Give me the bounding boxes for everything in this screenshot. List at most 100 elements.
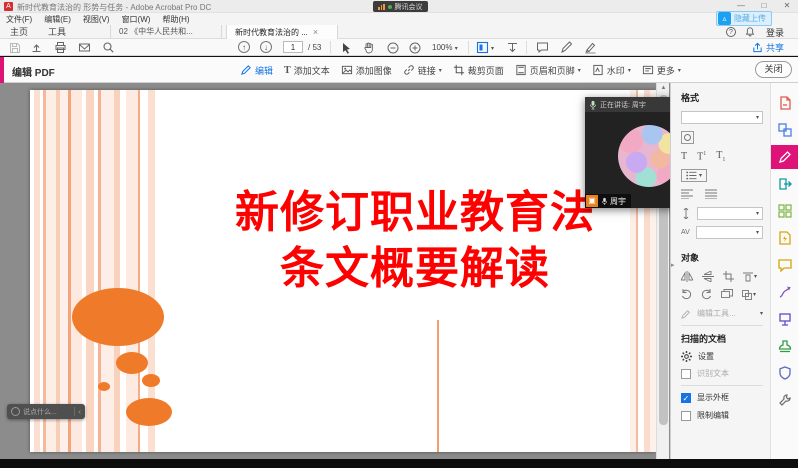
watermark-button[interactable]: 水印▾ [592,64,631,77]
meeting-video-overlay[interactable]: 正在讲话: 周宇 ▣ 周宇 [585,97,670,208]
edit-tools-label[interactable]: 编辑工具... [697,308,754,319]
rotate-ccw-icon[interactable] [681,289,692,300]
slide-title-line2: 条文概要解读 [180,241,650,297]
meeting-chat-pill[interactable]: 说点什么... ‹ [7,404,85,419]
hand-tool-icon[interactable] [362,41,375,54]
print-icon[interactable] [54,41,67,54]
text-style-normal-button[interactable]: T [681,151,687,162]
organize-pages-icon[interactable] [771,199,798,223]
replace-image-icon[interactable] [721,289,733,300]
page-display-dropdown-icon[interactable] [476,41,489,54]
line-spacing-dropdown[interactable]: ▾ [697,207,763,220]
flip-vertical-icon[interactable] [702,271,714,282]
menu-help[interactable]: 帮助(H) [162,14,189,25]
edit-mode-button[interactable]: 编辑 [240,64,273,77]
align-left-icon[interactable] [681,189,693,199]
cloud-upload-icon[interactable] [30,41,43,54]
superscript-button[interactable]: T1 [697,151,706,162]
zoom-level-dropdown[interactable]: 100% ▾ [432,43,458,52]
fit-width-icon[interactable] [506,41,519,54]
close-window-button[interactable]: ✕ [779,0,795,12]
document-tab-1[interactable]: 02 《中华人民共和... [110,25,222,39]
more-icon [642,64,654,76]
share-button[interactable]: 共享 [752,41,784,54]
chat-input-placeholder[interactable]: 说点什么... [23,407,71,417]
combine-files-icon[interactable] [771,118,798,142]
accent-line-decoration [437,320,439,452]
select-tool-icon[interactable] [340,41,353,54]
page-number-input[interactable]: 1 [283,41,303,53]
fill-sign-tool-icon[interactable] [771,280,798,304]
tencent-meeting-floating-bar[interactable]: 腾讯会议 [373,1,428,12]
restrict-editing-checkbox[interactable] [681,411,691,421]
close-edit-pdf-button[interactable]: 关闭 [755,61,792,78]
link-label: 链接 [418,64,436,77]
crop-object-icon[interactable] [723,271,734,282]
recognize-text-checkbox[interactable] [681,369,691,379]
document-pane[interactable]: 新修订职业教育法 条文概要解读 ▲ 正在讲话: 周宇 ▣ 周宇 [0,83,670,459]
panel-divider [681,385,763,386]
menu-file[interactable]: 文件(F) [6,14,32,25]
protect-shield-icon[interactable] [771,361,798,385]
character-spacing-dropdown[interactable]: ▾ [696,226,763,239]
next-page-button[interactable]: ↓ [260,41,272,53]
menu-window[interactable]: 窗口(W) [122,14,151,25]
pdf-page[interactable]: 新修订职业教育法 条文概要解读 [30,90,656,452]
zoom-out-icon[interactable] [386,41,399,54]
help-icon[interactable]: ? [726,27,736,37]
link-button[interactable]: 链接▾ [403,64,442,77]
header-footer-button[interactable]: 页眉和页脚▾ [515,64,581,77]
add-image-button[interactable]: 添加图像 [341,64,392,77]
signal-bars-icon [378,4,385,10]
title-bar: A 新时代教育法治的 形势与任务 - Adobe Acrobat Pro DC … [0,0,798,13]
notifications-bell-icon[interactable] [745,27,755,37]
crop-pages-button[interactable]: 裁剪页面 [453,64,504,77]
scroll-up-arrow-icon[interactable]: ▲ [657,83,670,94]
menu-view[interactable]: 视图(V) [83,14,110,25]
highlighter-icon[interactable] [584,41,597,54]
fill-sign-pen-icon[interactable] [560,41,573,54]
arrange-dropdown[interactable]: ▾ [742,290,756,300]
zoom-in-icon[interactable] [408,41,421,54]
document-tab-2-active[interactable]: 新时代教育法治的 ...× [226,25,338,39]
collapse-chat-icon[interactable]: ‹ [78,407,81,416]
list-format-dropdown[interactable]: ▾ [681,169,707,182]
email-icon[interactable] [78,41,91,54]
align-objects-dropdown[interactable]: ▾ [743,272,757,282]
participant-nametag: ▣ 周宇 [585,194,631,208]
show-outline-checkbox[interactable]: ✓ [681,393,691,403]
panel-collapse-handle[interactable]: ▸ [671,261,675,269]
font-family-dropdown[interactable]: ▾ [681,111,763,124]
align-justify-icon[interactable] [705,189,717,199]
netdisk-upload-badge[interactable]: ▵ 隐藏上传 [716,11,772,26]
font-color-icon[interactable] [681,131,694,144]
save-icon[interactable] [8,41,21,54]
tab-tools[interactable]: 工具 [48,26,66,39]
enhance-scans-icon[interactable] [771,226,798,250]
tab-home[interactable]: 主页 [10,26,28,39]
comment-bubble-icon[interactable] [536,41,549,54]
previous-page-button[interactable]: ↑ [238,41,250,53]
stamp-tool-icon[interactable] [771,334,798,358]
search-icon[interactable] [102,41,115,54]
login-button[interactable]: 登录 [766,26,784,39]
add-text-button[interactable]: T 添加文本 [284,64,330,77]
comment-tool-icon[interactable] [771,253,798,277]
rotate-cw-icon[interactable] [701,289,712,300]
chevron-down-icon: ▾ [756,114,759,121]
settings-button[interactable]: 设置 [698,351,714,362]
participant-name: 周宇 [610,196,626,207]
send-for-review-icon[interactable] [771,307,798,331]
close-tab-icon[interactable]: × [313,27,318,37]
more-tools-icon[interactable] [771,388,798,412]
edit-pdf-tool-icon-active[interactable] [771,145,798,169]
emoji-icon[interactable] [11,407,20,416]
menu-edit[interactable]: 编辑(E) [44,14,71,25]
export-pdf-icon[interactable] [771,172,798,196]
toolbar-divider [330,41,331,54]
more-button[interactable]: 更多▾ [642,64,681,77]
chat-pill-divider [74,407,75,416]
flip-horizontal-icon[interactable] [681,271,693,282]
subscript-button[interactable]: T1 [716,150,725,163]
create-pdf-icon[interactable] [771,91,798,115]
